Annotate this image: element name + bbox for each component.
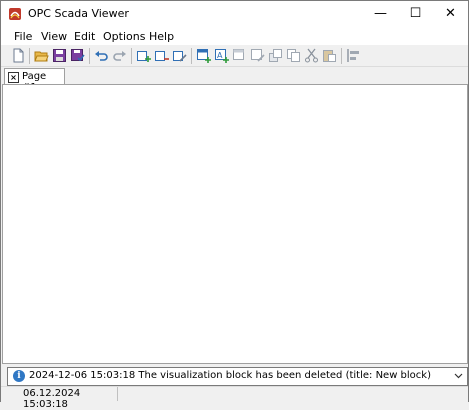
save-all-icon[interactable] [70,48,85,63]
toolbar: A [1,45,468,67]
align-icon[interactable] [346,48,361,63]
status-panel-datetime: 06.12.2024 15:03:18 [4,387,118,410]
new-document-icon[interactable] [11,48,26,63]
menu-help[interactable]: Help [149,30,174,43]
menu-edit[interactable]: Edit [74,30,95,43]
window-title: OPC Scada Viewer [28,7,129,20]
add-text-icon[interactable]: A [214,48,229,63]
cut-icon[interactable] [304,48,319,63]
title-bar[interactable]: OPC Scada Viewer — ☐ ✕ [1,1,468,27]
svg-text:A: A [217,51,223,60]
open-folder-icon[interactable] [34,48,49,63]
save-icon[interactable] [52,48,67,63]
toolbar-separator [131,48,132,64]
add-block-icon[interactable] [136,48,151,63]
toolbar-separator [191,48,192,64]
app-window: OPC Scada Viewer — ☐ ✕ File View Edit Op… [0,0,469,410]
edit-element-icon[interactable] [250,48,265,63]
message-log-dropdown[interactable]: i 2024-12-06 15:03:18 The visualization … [7,367,468,386]
maximize-button[interactable]: ☐ [398,1,433,27]
status-datetime: 06.12.2024 15:03:18 [23,388,81,410]
status-bar: 06.12.2024 15:03:18 [1,386,468,410]
tab-page-1[interactable]: × Page #1 [4,68,65,93]
toolbar-separator [29,48,30,64]
menu-file[interactable]: File [14,30,32,43]
undo-icon[interactable] [94,48,109,63]
menu-options[interactable]: Options [103,30,145,43]
add-element-icon[interactable] [196,48,211,63]
close-button[interactable]: ✕ [433,1,468,27]
delete-element-icon[interactable] [232,48,247,63]
minimize-button[interactable]: — [363,1,398,27]
close-tab-icon[interactable]: × [8,72,19,83]
info-icon: i [13,370,25,382]
page-canvas[interactable] [2,84,468,364]
menu-bar: File View Edit Options Help [1,27,468,45]
toolbar-separator [89,48,90,64]
paste-icon[interactable] [322,48,337,63]
chevron-down-icon[interactable] [453,370,464,381]
app-logo-icon [8,7,22,21]
menu-view[interactable]: View [41,30,67,43]
edit-block-icon[interactable] [172,48,187,63]
redo-icon[interactable] [112,48,127,63]
toolbar-separator [341,48,342,64]
page-tab-strip: × Page #1 [1,67,468,93]
copy-icon[interactable] [286,48,301,63]
message-text: 2024-12-06 15:03:18 The visualization bl… [29,370,431,381]
remove-block-icon[interactable] [154,48,169,63]
bring-forward-icon[interactable] [268,48,283,63]
